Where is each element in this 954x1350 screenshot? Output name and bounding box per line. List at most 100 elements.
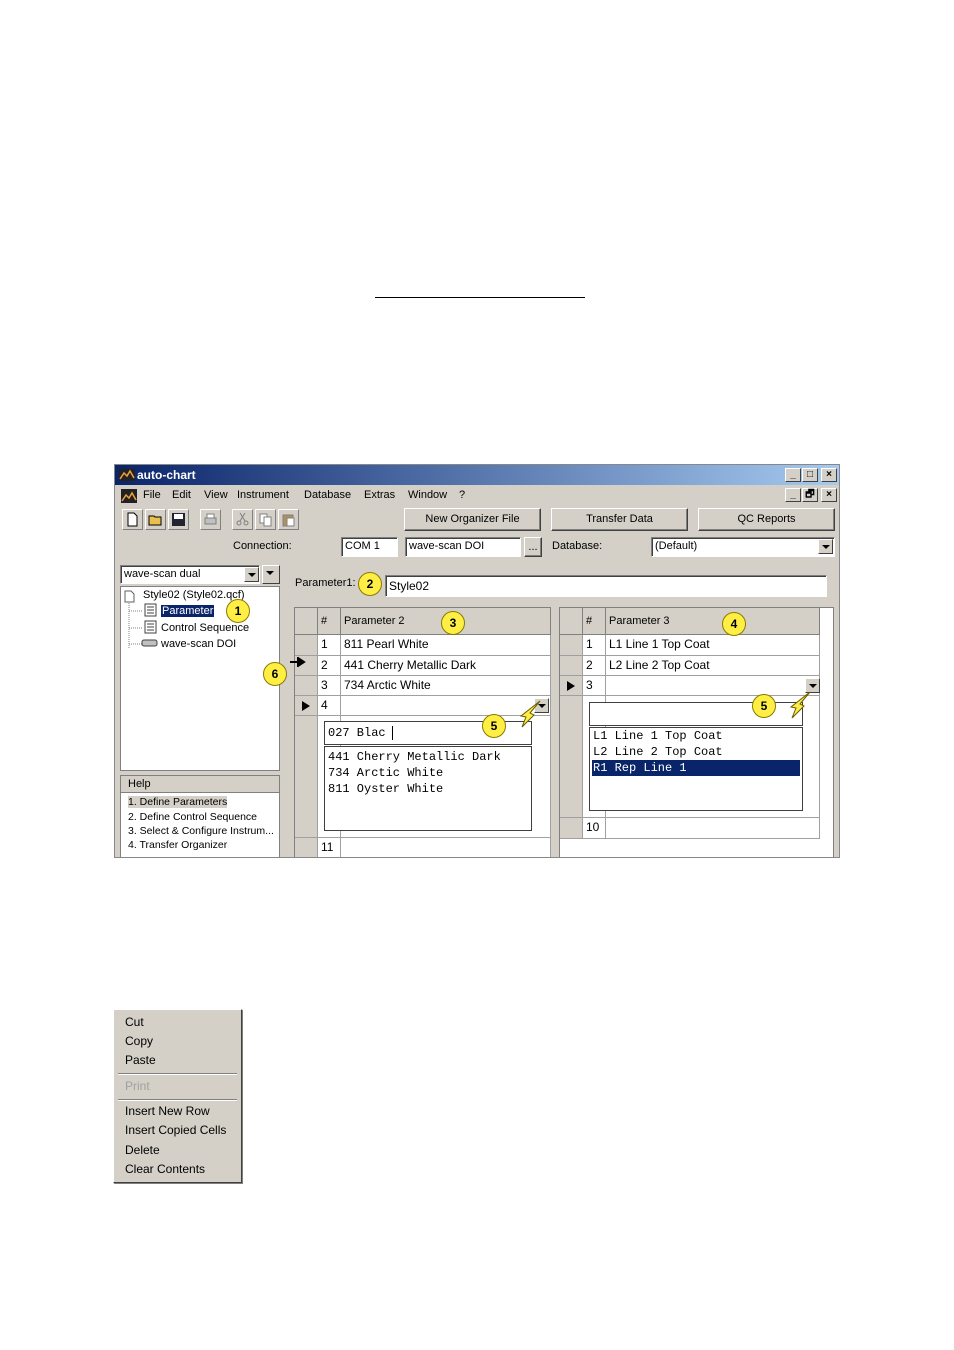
column-header-parameter3[interactable]: Parameter 3 bbox=[606, 608, 820, 635]
port-field[interactable]: COM 1 bbox=[341, 537, 398, 557]
help-title: Help bbox=[121, 776, 279, 793]
callout-badge-5-left: 5 bbox=[482, 714, 506, 738]
autocomplete-option[interactable]: 734 Arctic White bbox=[327, 765, 443, 781]
row-number: 1 bbox=[583, 635, 606, 656]
row-selector[interactable] bbox=[295, 676, 318, 696]
save-button[interactable] bbox=[168, 509, 189, 530]
help-item-define-control-sequence[interactable]: 2. Define Control Sequence bbox=[128, 811, 257, 823]
context-insert-new-row[interactable]: Insert New Row bbox=[125, 1104, 210, 1118]
connection-label: Connection: bbox=[233, 540, 292, 552]
menu-file[interactable]: File bbox=[143, 489, 161, 501]
row-selector[interactable] bbox=[295, 838, 318, 857]
help-panel: Help 1. Define Parameters 2. Define Cont… bbox=[120, 775, 280, 857]
instrument-icon bbox=[141, 639, 158, 647]
callout-badge-1: 1 bbox=[226, 599, 250, 623]
menu-instrument[interactable]: Instrument bbox=[237, 489, 289, 501]
table-cell[interactable]: L1 Line 1 Top Coat bbox=[606, 635, 820, 656]
menu-database[interactable]: Database bbox=[304, 489, 351, 501]
table-cell[interactable]: L2 Line 2 Top Coat bbox=[606, 656, 820, 676]
row-number: 2 bbox=[583, 656, 606, 676]
parameter1-label: Parameter1: bbox=[295, 577, 356, 589]
maximize-button[interactable]: □ bbox=[802, 468, 818, 482]
menu-extras[interactable]: Extras bbox=[364, 489, 395, 501]
print-icon bbox=[204, 513, 217, 525]
device-field[interactable]: wave-scan DOI bbox=[405, 537, 521, 557]
menu-view[interactable]: View bbox=[204, 489, 228, 501]
tree-item-wave-scan-doi[interactable]: wave-scan DOI bbox=[161, 638, 236, 650]
parameter1-input[interactable]: Style02 bbox=[385, 575, 827, 597]
row-number: 3 bbox=[318, 676, 341, 696]
document-icon bbox=[121, 489, 137, 503]
help-item-define-parameters[interactable]: 1. Define Parameters bbox=[128, 796, 228, 808]
callout-badge-5-right: 5 bbox=[752, 694, 776, 718]
column-header-number[interactable]: # bbox=[318, 608, 341, 635]
help-item-select-configure[interactable]: 3. Select & Configure Instrum... bbox=[128, 825, 274, 837]
autocomplete-text: 027 Blac bbox=[328, 726, 386, 740]
transfer-data-button[interactable]: Transfer Data bbox=[551, 508, 688, 531]
menu-window[interactable]: Window bbox=[408, 489, 447, 501]
table-cell bbox=[606, 818, 820, 839]
dropdown-option-selected[interactable]: R1 Rep Line 1 bbox=[592, 760, 800, 776]
document-underline bbox=[375, 297, 585, 298]
menu-edit[interactable]: Edit bbox=[172, 489, 191, 501]
copy-icon bbox=[259, 513, 272, 527]
row-selector-current[interactable] bbox=[560, 676, 583, 696]
doc-close-button[interactable]: × bbox=[821, 488, 837, 502]
browse-button[interactable]: ... bbox=[524, 537, 542, 557]
context-insert-copied-cells[interactable]: Insert Copied Cells bbox=[125, 1123, 226, 1137]
table-cell[interactable] bbox=[341, 838, 551, 857]
menu-bar: File Edit View Instrument Database Extra… bbox=[115, 486, 839, 506]
new-file-icon bbox=[127, 512, 138, 527]
help-item-transfer-organizer[interactable]: 4. Transfer Organizer bbox=[128, 839, 227, 851]
context-clear-contents[interactable]: Clear Contents bbox=[125, 1162, 205, 1176]
table-cell[interactable]: 441 Cherry Metallic Dark bbox=[341, 656, 551, 676]
row-selector[interactable] bbox=[560, 635, 583, 656]
database-select[interactable]: (Default) bbox=[651, 537, 835, 557]
row-number: 3 bbox=[583, 676, 606, 696]
database-label: Database: bbox=[552, 540, 603, 552]
new-file-button[interactable] bbox=[122, 509, 143, 530]
row-number: 10 bbox=[583, 818, 606, 839]
column-header-number[interactable]: # bbox=[583, 608, 606, 635]
sort-button[interactable] bbox=[262, 565, 280, 584]
paste-button[interactable] bbox=[278, 509, 299, 530]
dropdown-option[interactable]: L1 Line 1 Top Coat bbox=[592, 728, 723, 744]
table-cell[interactable]: 811 Pearl White bbox=[341, 635, 551, 656]
row-number: 4 bbox=[318, 696, 341, 716]
doc-restore-button[interactable]: 🗗 bbox=[802, 488, 818, 502]
row-selector[interactable] bbox=[295, 635, 318, 656]
row-selector-current[interactable] bbox=[295, 696, 318, 716]
close-button[interactable]: × bbox=[821, 468, 837, 482]
menu-help[interactable]: ? bbox=[459, 489, 465, 501]
context-paste[interactable]: Paste bbox=[125, 1053, 156, 1067]
table-cell[interactable]: 734 Arctic White bbox=[341, 676, 551, 696]
autocomplete-option[interactable]: 811 Oyster White bbox=[327, 781, 443, 797]
autocomplete-option[interactable]: 441 Cherry Metallic Dark bbox=[327, 749, 501, 765]
copy-button[interactable] bbox=[255, 509, 276, 530]
table-icon bbox=[144, 603, 157, 617]
instrument-select[interactable]: wave-scan dual bbox=[120, 565, 260, 584]
dropdown-option[interactable]: L2 Line 2 Top Coat bbox=[592, 744, 723, 760]
callout-badge-2: 2 bbox=[358, 572, 382, 596]
context-copy[interactable]: Copy bbox=[125, 1034, 153, 1048]
cut-button[interactable] bbox=[232, 509, 253, 530]
qc-reports-button[interactable]: QC Reports bbox=[698, 508, 835, 531]
current-row-arrow-icon bbox=[302, 701, 310, 711]
print-button[interactable] bbox=[200, 509, 221, 530]
context-cut[interactable]: Cut bbox=[125, 1015, 144, 1029]
instrument-dropdown-icon[interactable] bbox=[244, 567, 259, 582]
tree-item-control-sequence[interactable]: Control Sequence bbox=[161, 622, 249, 634]
new-organizer-file-button[interactable]: New Organizer File bbox=[404, 508, 541, 531]
database-dropdown-icon[interactable] bbox=[818, 539, 833, 554]
doc-minimize-button[interactable]: _ bbox=[785, 488, 801, 502]
row-selector[interactable] bbox=[560, 818, 583, 839]
tree-item-parameter[interactable]: Parameter bbox=[161, 605, 215, 617]
minimize-button[interactable]: _ bbox=[785, 468, 801, 482]
open-file-button[interactable] bbox=[145, 509, 166, 530]
row-selector[interactable] bbox=[560, 656, 583, 676]
title-bar[interactable]: auto-chart _ □ × bbox=[115, 465, 839, 485]
row-selector bbox=[295, 716, 318, 838]
context-delete[interactable]: Delete bbox=[125, 1143, 160, 1157]
text-cursor bbox=[392, 726, 393, 740]
callout-badge-4: 4 bbox=[722, 612, 746, 636]
